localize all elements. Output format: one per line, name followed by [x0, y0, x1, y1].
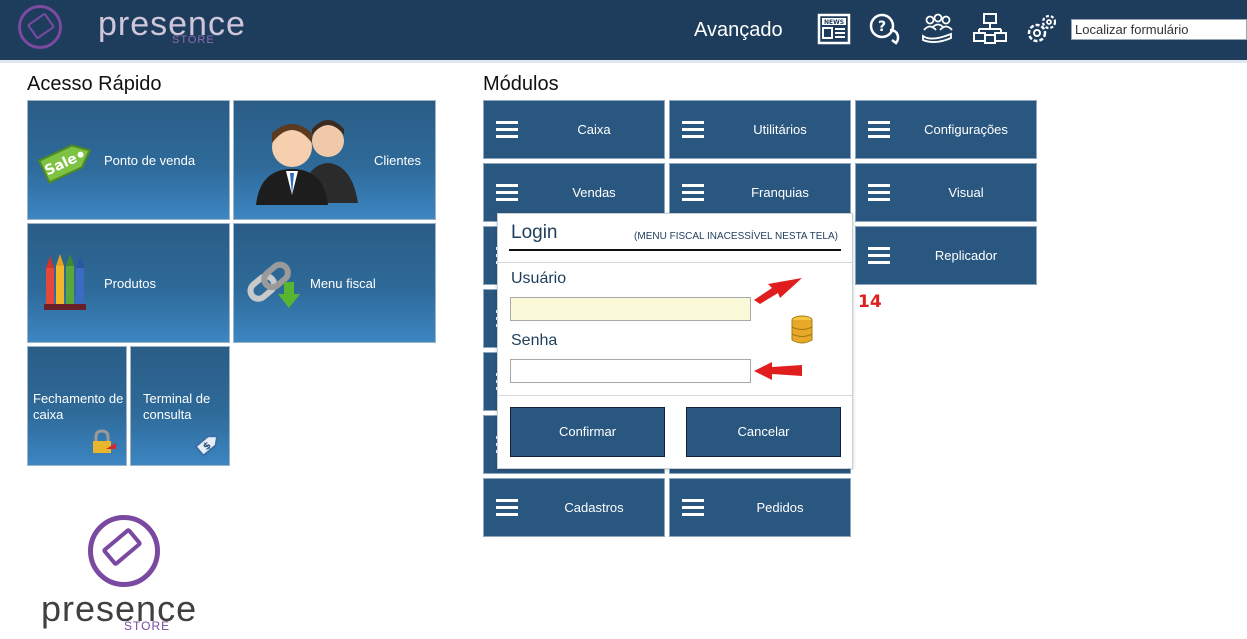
- arrow-annotation-icon: [754, 278, 802, 304]
- module-caixa[interactable]: Caixa: [483, 100, 665, 159]
- module-label: Configurações: [924, 122, 1008, 137]
- menu-icon: [682, 499, 704, 517]
- sale-tag-icon: Sale: [38, 144, 92, 184]
- quick-access-title: Acesso Rápido: [27, 73, 162, 95]
- advanced-link[interactable]: Avançado: [694, 19, 783, 42]
- database-icon: [791, 315, 813, 344]
- network-icon[interactable]: [973, 12, 1007, 46]
- tile-clientes[interactable]: Clientes: [233, 100, 436, 220]
- menu-icon: [868, 121, 890, 139]
- menu-icon: [682, 184, 704, 202]
- tile-fechamento-de-caixa[interactable]: Fechamento de caixa: [27, 346, 127, 466]
- menu-icon: [868, 184, 890, 202]
- people-icon: [256, 120, 358, 205]
- module-pedidos[interactable]: Pedidos: [669, 478, 851, 537]
- brand-name-large: presence: [41, 588, 198, 629]
- svg-text:NEWS: NEWS: [824, 19, 844, 26]
- tile-label: Menu fiscal: [310, 276, 376, 291]
- login-note: (MENU FISCAL INACESSÍVEL NESTA TELA): [634, 231, 838, 242]
- confirm-button[interactable]: Confirmar: [510, 407, 665, 457]
- module-label: Cadastros: [564, 500, 624, 515]
- tile-menu-fiscal[interactable]: Menu fiscal: [233, 223, 436, 343]
- svg-text:?: ?: [878, 19, 886, 35]
- module-label: Pedidos: [756, 500, 804, 515]
- module-label: Visual: [948, 185, 984, 200]
- user-label: Usuário: [511, 270, 567, 287]
- tile-label: Clientes: [374, 153, 421, 168]
- tile-label: Fechamento de caixa: [33, 391, 124, 422]
- menu-icon: [682, 121, 704, 139]
- module-label: Vendas: [572, 185, 616, 200]
- divider: [498, 395, 852, 396]
- tile-terminal-de-consulta[interactable]: Terminal de consulta $: [130, 346, 230, 466]
- module-visual[interactable]: Visual: [855, 163, 1037, 222]
- module-label: Replicador: [934, 248, 998, 263]
- chain-download-icon: [247, 261, 300, 308]
- tile-label: Ponto de venda: [104, 153, 196, 168]
- settings-icon[interactable]: [1025, 12, 1059, 46]
- module-label: Franquias: [751, 185, 809, 200]
- help-icon[interactable]: ?: [868, 12, 902, 46]
- tile-label: Produtos: [104, 276, 157, 291]
- module-label: Caixa: [577, 122, 611, 137]
- password-label: Senha: [511, 332, 558, 349]
- module-label: Utilitários: [753, 122, 807, 137]
- module-configuracoes[interactable]: Configurações: [855, 100, 1037, 159]
- arrow-annotation-icon: [754, 362, 802, 380]
- brand-sub: STORE: [172, 34, 215, 46]
- users-icon[interactable]: [921, 12, 955, 46]
- user-field[interactable]: [510, 297, 751, 321]
- annotation-badge: 14: [858, 292, 882, 312]
- search-input[interactable]: [1071, 19, 1247, 40]
- brand-sub-large: STORE: [124, 619, 171, 633]
- login-dialog: Login (MENU FISCAL INACESSÍVEL NESTA TEL…: [497, 213, 853, 469]
- tile-produtos[interactable]: Produtos: [27, 223, 230, 343]
- cancel-button[interactable]: Cancelar: [686, 407, 841, 457]
- password-field[interactable]: [510, 359, 751, 383]
- crayons-icon: [44, 254, 86, 310]
- login-title: Login: [511, 222, 558, 243]
- menu-icon: [496, 184, 518, 202]
- price-tag-icon: $: [194, 435, 219, 458]
- top-bar: presence STORE Avançado NEWS ?: [0, 0, 1247, 63]
- module-utilitarios[interactable]: Utilitários: [669, 100, 851, 159]
- news-icon[interactable]: NEWS: [817, 12, 851, 46]
- title-divider: [509, 249, 841, 251]
- tile-ponto-de-venda[interactable]: Sale Ponto de venda: [27, 100, 230, 220]
- modules-title: Módulos: [483, 73, 559, 95]
- lock-key-icon: [93, 429, 116, 453]
- menu-icon: [496, 121, 518, 139]
- module-replicador[interactable]: Replicador: [855, 226, 1037, 285]
- tile-label: Terminal de consulta: [143, 391, 211, 422]
- menu-icon: [496, 499, 518, 517]
- menu-icon: [868, 247, 890, 265]
- module-cadastros[interactable]: Cadastros: [483, 478, 665, 537]
- divider: [498, 262, 852, 263]
